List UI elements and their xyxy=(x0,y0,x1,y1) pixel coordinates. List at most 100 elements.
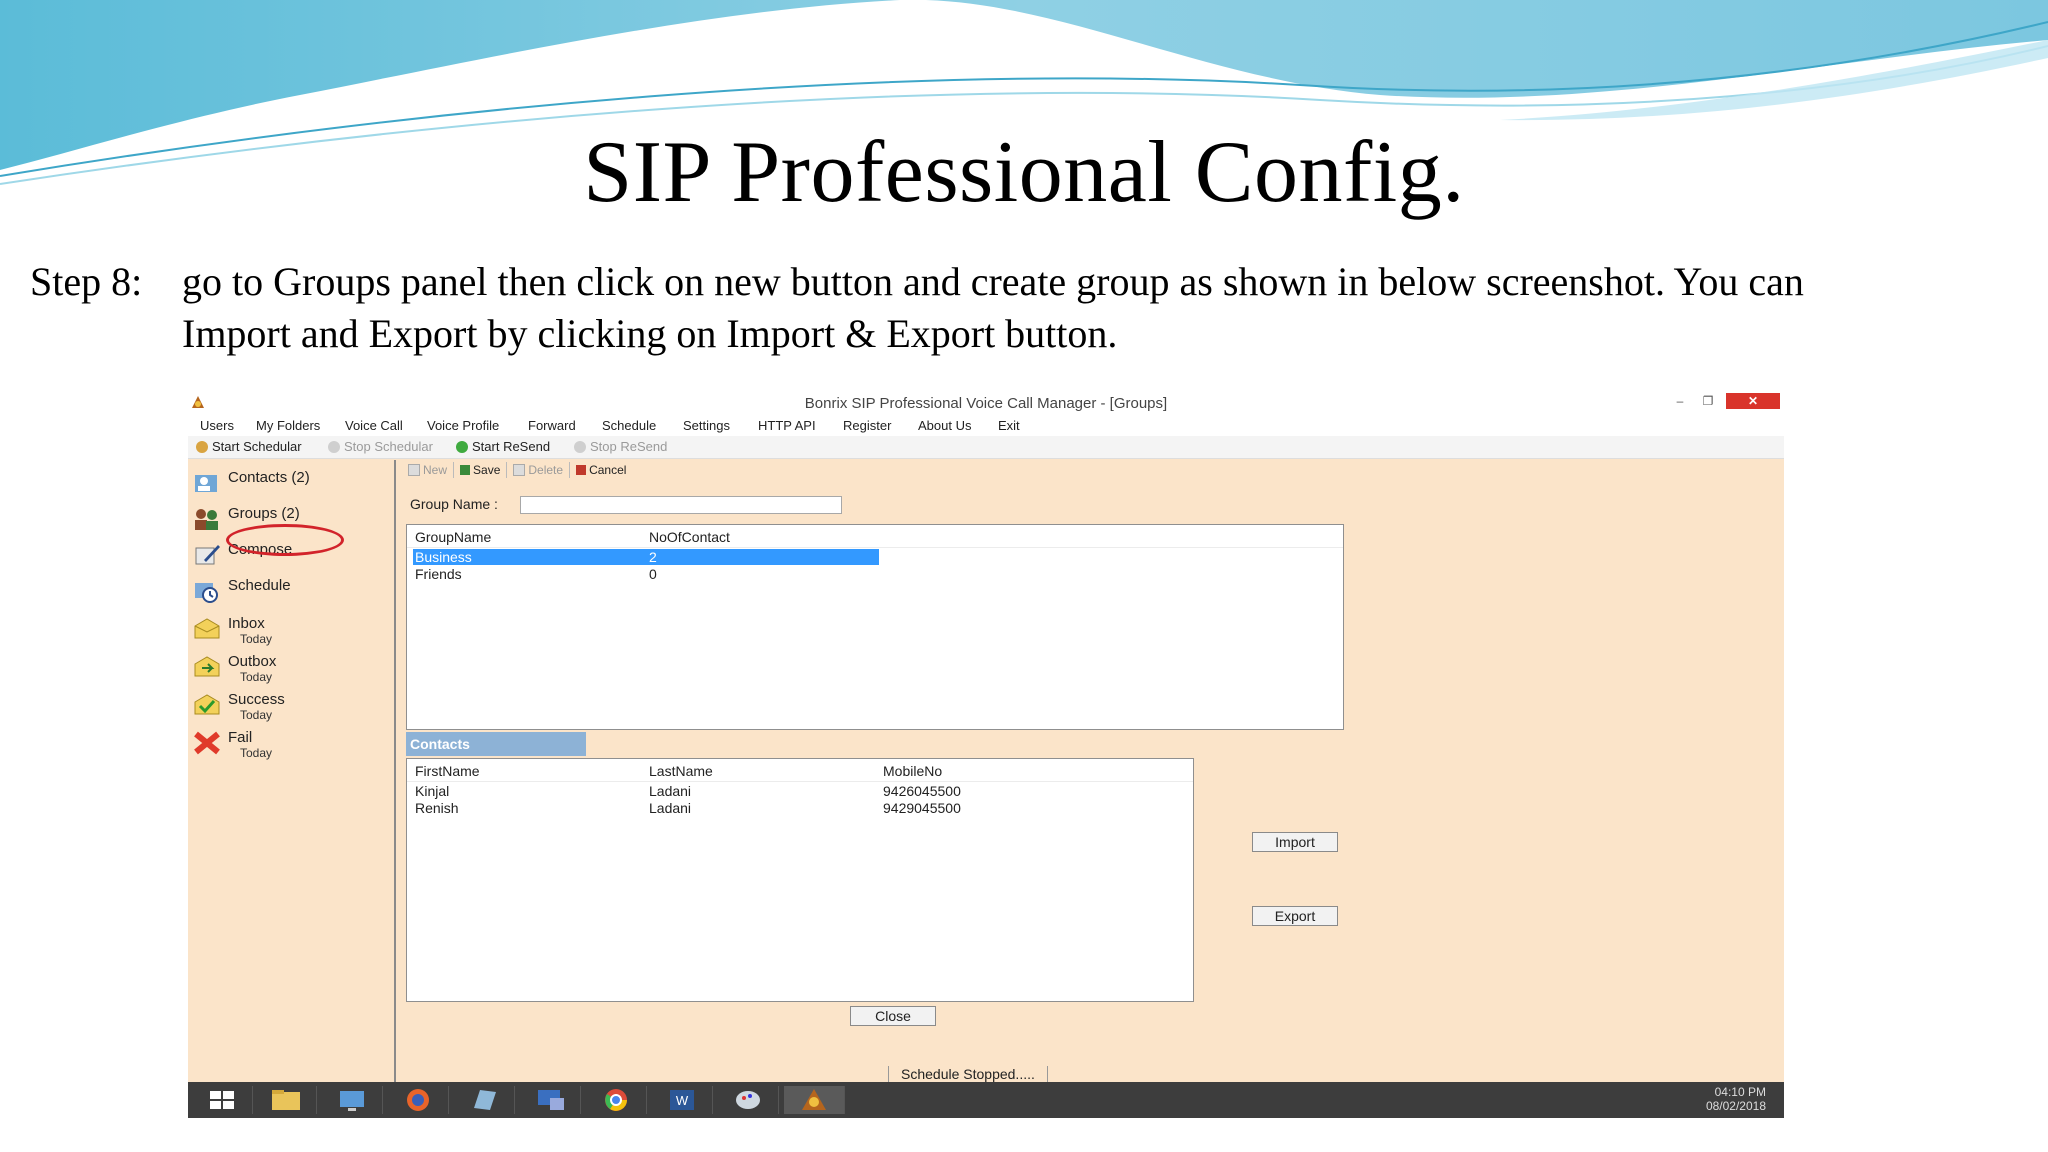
menu-users[interactable]: Users xyxy=(200,418,234,433)
groups-header-noofcontact: NoOfContact xyxy=(649,529,730,545)
delete-button[interactable]: Delete xyxy=(507,462,571,478)
contacts-table: FirstName LastName MobileNo Kinjal Ladan… xyxy=(406,758,1194,1002)
group-name-input[interactable] xyxy=(520,496,842,514)
word-icon: W xyxy=(670,1090,694,1110)
export-button[interactable]: Export xyxy=(1252,906,1338,926)
success-icon xyxy=(194,694,220,715)
stop-resend-label: Stop ReSend xyxy=(590,439,668,454)
contacts-cell-first: Kinjal xyxy=(415,783,450,799)
table-row[interactable]: Kinjal Ladani 9426045500 xyxy=(413,783,1113,799)
menu-http-api[interactable]: HTTP API xyxy=(758,418,816,433)
sidebar-fail-subtitle: Today xyxy=(240,746,273,760)
sidebar-item-success[interactable]: Success Today xyxy=(192,692,285,722)
stop-scheduler-button[interactable]: Stop Schedular xyxy=(328,439,433,454)
contacts-tab[interactable]: Contacts xyxy=(406,732,586,756)
new-button[interactable]: New xyxy=(402,462,455,478)
menu-settings[interactable]: Settings xyxy=(683,418,730,433)
contacts-header-lastname: LastName xyxy=(649,763,713,779)
table-row[interactable]: Friends 0 xyxy=(413,566,879,582)
remote-taskbar-button[interactable] xyxy=(520,1086,581,1114)
start-scheduler-button[interactable]: Start Schedular xyxy=(196,439,302,454)
import-button[interactable]: Import xyxy=(1252,832,1338,852)
system-tray: 04:10 PM 08/02/2018 xyxy=(1706,1085,1766,1113)
firefox-icon xyxy=(407,1089,429,1111)
menu-voice-call[interactable]: Voice Call xyxy=(345,418,403,433)
file-explorer-taskbar-button[interactable] xyxy=(256,1086,317,1114)
tray-date: 08/02/2018 xyxy=(1705,1099,1766,1113)
inbox-icon xyxy=(194,618,220,639)
chrome-icon xyxy=(605,1089,627,1111)
menu-forward[interactable]: Forward xyxy=(528,418,576,433)
monitor-icon xyxy=(538,1090,564,1110)
step-text-line-1: go to Groups panel then click on new but… xyxy=(182,259,1804,304)
menu-about-us[interactable]: About Us xyxy=(918,418,971,433)
contacts-cell-mobile: 9426045500 xyxy=(883,783,961,799)
sidebar-contacts-label: Contacts (2) xyxy=(228,469,310,486)
delete-button-label: Delete xyxy=(528,463,564,477)
minimize-button[interactable]: – xyxy=(1668,393,1692,409)
sidebar-outbox-subtitle: Today xyxy=(240,670,273,684)
maximize-button[interactable]: ❐ xyxy=(1696,393,1720,409)
compose-icon xyxy=(195,545,220,565)
contacts-cell-first: Renish xyxy=(415,800,459,816)
sidebar-item-contacts[interactable]: Contacts (2) xyxy=(192,470,310,496)
sidebar-inbox-subtitle: Today xyxy=(240,632,273,646)
cancel-button[interactable]: Cancel xyxy=(570,462,632,478)
sidebar-schedule-label: Schedule xyxy=(228,577,291,594)
close-button[interactable]: Close xyxy=(850,1006,936,1026)
sidebar-groups-label: Groups (2) xyxy=(228,505,300,522)
start-button[interactable] xyxy=(192,1086,253,1114)
groups-cell-name: Friends xyxy=(415,566,462,582)
network-taskbar-button[interactable] xyxy=(322,1086,383,1114)
start-resend-button[interactable]: Start ReSend xyxy=(456,439,550,454)
table-row[interactable]: Renish Ladani 9429045500 xyxy=(413,800,1113,816)
status-bar: Schedule Stopped..... xyxy=(188,1060,1784,1084)
contacts-cell-last: Ladani xyxy=(649,800,692,816)
groups-icon xyxy=(195,509,218,530)
contacts-header-firstname: FirstName xyxy=(415,763,480,779)
scheduler-icon xyxy=(196,440,208,453)
groups-header-divider xyxy=(407,547,1343,548)
sidebar-item-schedule[interactable]: Schedule xyxy=(192,578,291,604)
sidebar-item-fail[interactable]: Fail Today xyxy=(192,730,272,760)
sidebar-item-outbox[interactable]: Outbox Today xyxy=(192,654,276,684)
close-window-button[interactable]: ✕ xyxy=(1726,393,1780,409)
window-title: Bonrix SIP Professional Voice Call Manag… xyxy=(804,395,1168,412)
sidebar-inbox-label: Inbox xyxy=(228,615,265,632)
menu-schedule[interactable]: Schedule xyxy=(602,418,656,433)
app-taskbar-button[interactable] xyxy=(454,1086,515,1114)
start-scheduler-label: Start Schedular xyxy=(212,439,302,454)
group-name-label: Group Name : xyxy=(410,496,498,512)
menu-exit[interactable]: Exit xyxy=(998,418,1020,433)
sidebar-outbox-label: Outbox xyxy=(228,653,277,670)
svg-text:W: W xyxy=(676,1093,689,1108)
slide-title: SIP Professional Config. xyxy=(583,124,1465,221)
cancel-icon xyxy=(576,465,587,475)
groups-highlight-ring xyxy=(226,524,344,556)
windows-taskbar: W 04:10 PM 08/02/2018 xyxy=(188,1082,1784,1118)
menu-my-folders[interactable]: My Folders xyxy=(256,418,320,433)
stop-scheduler-label: Stop Schedular xyxy=(344,439,433,454)
groups-cell-count: 2 xyxy=(649,549,657,565)
app-window: Bonrix SIP Professional Voice Call Manag… xyxy=(188,392,1784,1118)
word-taskbar-button[interactable]: W xyxy=(652,1086,713,1114)
sidebar-item-inbox[interactable]: Inbox Today xyxy=(192,616,272,646)
status-text: Schedule Stopped..... xyxy=(888,1066,1048,1082)
sip-app-icon xyxy=(802,1089,826,1110)
new-button-label: New xyxy=(423,463,448,477)
stop-resend-button[interactable]: Stop ReSend xyxy=(574,439,667,454)
window-titlebar: Bonrix SIP Professional Voice Call Manag… xyxy=(188,392,1784,414)
sidebar-fail-label: Fail xyxy=(228,729,253,746)
save-button-label: Save xyxy=(473,463,501,477)
windows-logo-icon xyxy=(210,1091,234,1109)
contacts-cell-last: Ladani xyxy=(649,783,692,799)
table-row[interactable]: Business 2 xyxy=(413,549,879,565)
save-button[interactable]: Save xyxy=(454,462,508,478)
paint-taskbar-button[interactable] xyxy=(718,1086,779,1114)
chrome-taskbar-button[interactable] xyxy=(586,1086,647,1114)
firefox-taskbar-button[interactable] xyxy=(388,1086,449,1114)
menu-voice-profile[interactable]: Voice Profile xyxy=(427,418,499,433)
menu-register[interactable]: Register xyxy=(843,418,891,433)
sip-manager-taskbar-button[interactable] xyxy=(784,1086,845,1114)
contacts-cell-mobile: 9429045500 xyxy=(883,800,961,816)
